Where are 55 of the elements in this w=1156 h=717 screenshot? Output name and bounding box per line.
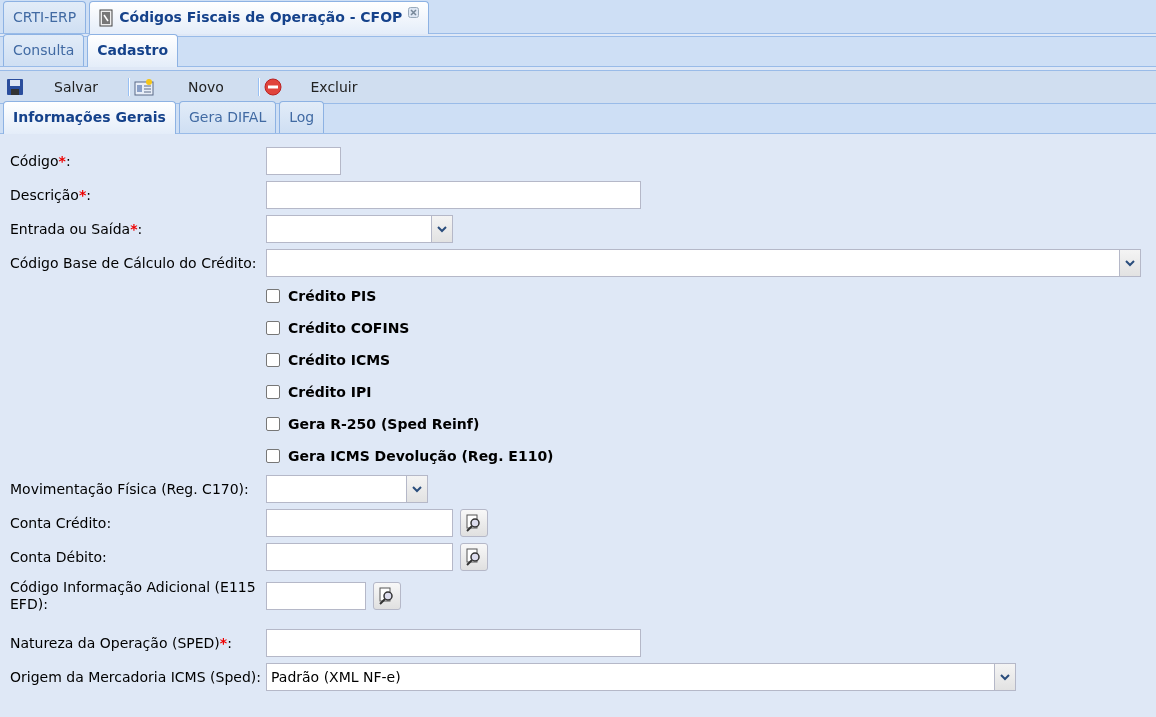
checkbox-label: Crédito COFINS — [288, 318, 410, 338]
input-field[interactable] — [266, 509, 453, 537]
checkbox[interactable] — [266, 385, 280, 399]
field-label: Conta Crédito: — [10, 514, 113, 532]
dropdown-field[interactable] — [266, 249, 1141, 277]
field-label: Entrada ou Saída*: — [10, 220, 144, 238]
dropdown-field[interactable]: Padrão (XML NF-e) — [266, 663, 1016, 691]
lookup-button[interactable] — [460, 509, 488, 537]
document-icon — [134, 78, 154, 96]
tab[interactable]: Gera DIFAL — [178, 101, 277, 133]
checkbox[interactable] — [266, 353, 280, 367]
field-label: Conta Débito: — [10, 548, 108, 566]
checkbox-label: Gera ICMS Devolução (Reg. E110) — [288, 446, 554, 466]
checkbox-label: Crédito IPI — [288, 382, 372, 402]
chevron-down-icon — [999, 673, 1011, 681]
minus-circle-icon — [264, 78, 282, 96]
checkbox[interactable] — [266, 417, 280, 431]
tab[interactable]: Informações Gerais — [3, 101, 176, 134]
field-label: Descrição*: — [10, 186, 92, 204]
checkbox-label: Gera R-250 (Sped Reinf) — [288, 414, 480, 434]
toolbar-button[interactable]: Excluir — [264, 76, 386, 98]
field-label: Código Base de Cálculo do Crédito: — [10, 254, 258, 272]
chevron-down-icon — [1124, 259, 1136, 267]
checkbox-label: Crédito PIS — [288, 286, 377, 306]
dropdown-field[interactable] — [266, 475, 428, 503]
tab[interactable]: Consulta — [3, 34, 85, 66]
magnifier-icon — [465, 548, 483, 566]
field-label: Código Informação Adicional (E115 EFD): — [10, 579, 257, 613]
tab[interactable]: Cadastro — [87, 34, 179, 67]
lookup-button[interactable] — [373, 582, 401, 610]
chevron-down-icon — [436, 225, 448, 233]
field-label: Natureza da Operação (SPED)*: — [10, 634, 233, 652]
chevron-down-icon — [411, 485, 423, 493]
input-field[interactable] — [266, 582, 366, 610]
checkbox[interactable] — [266, 449, 280, 463]
toolbar-button[interactable]: Novo — [134, 76, 258, 98]
magnifier-icon — [378, 587, 396, 605]
toolbar-button[interactable]: Salvar — [6, 76, 128, 98]
field-label: Movimentação Física (Reg. C170): — [10, 480, 250, 498]
field-label: Origem da Mercadoria ICMS (Sped): — [10, 668, 262, 686]
input-field[interactable] — [266, 181, 641, 209]
close-icon[interactable] — [408, 7, 420, 18]
input-field[interactable] — [266, 543, 453, 571]
checkbox[interactable] — [266, 321, 280, 335]
checkbox-label: Crédito ICMS — [288, 350, 391, 370]
field-label: Código*: — [10, 152, 72, 170]
checkbox[interactable] — [266, 289, 280, 303]
tab[interactable]: Log — [279, 101, 325, 133]
lookup-button[interactable] — [460, 543, 488, 571]
app-tab[interactable]: Códigos Fiscais de Operação - CFOP — [89, 1, 430, 34]
input-field[interactable] — [266, 629, 641, 657]
input-field[interactable] — [266, 147, 341, 175]
app-tab[interactable]: CRTI-ERP — [3, 1, 87, 33]
dropdown-field[interactable] — [266, 215, 453, 243]
magnifier-icon — [465, 514, 483, 532]
